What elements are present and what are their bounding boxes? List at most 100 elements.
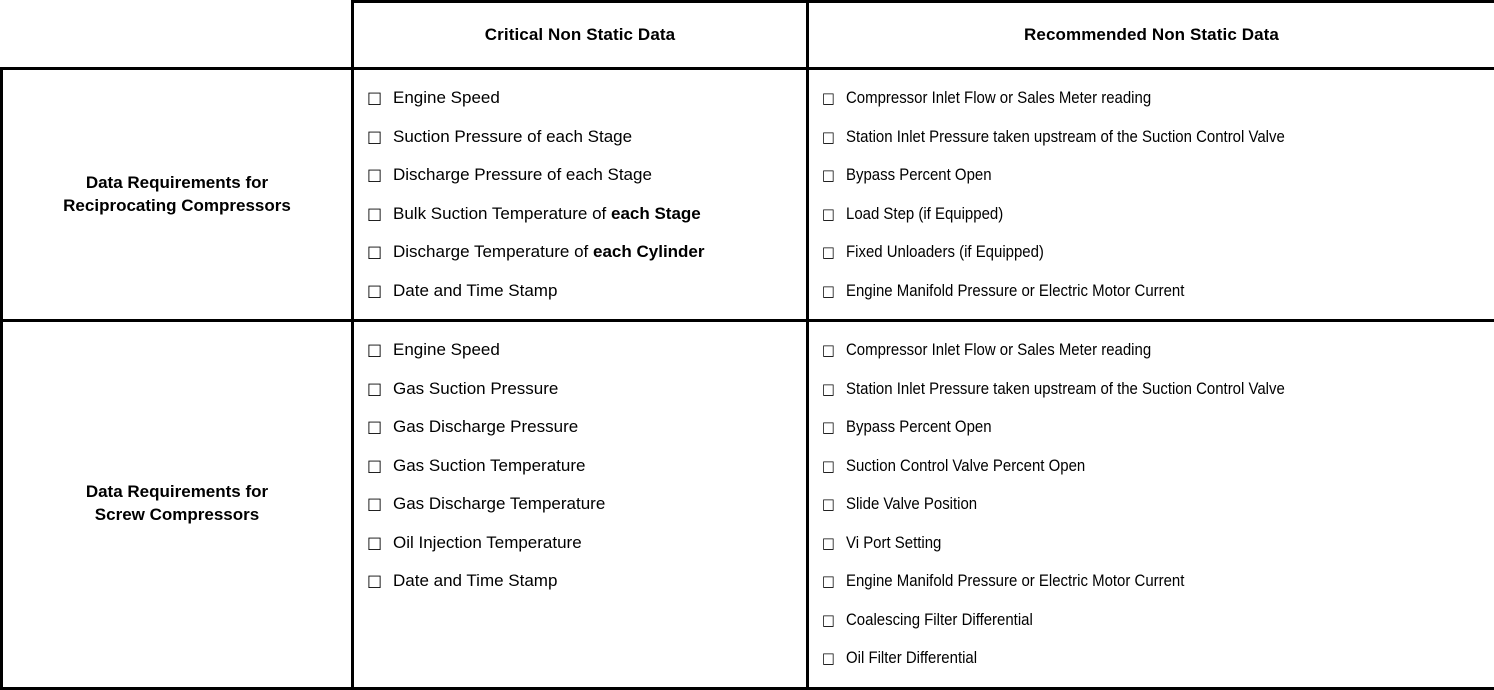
checklist-item[interactable]: □Engine Speed [354, 331, 806, 370]
checklist-item-label: Suction Pressure of each Stage [393, 118, 632, 157]
checkbox-icon[interactable]: □ [822, 382, 846, 397]
checkbox-icon[interactable]: □ [822, 613, 846, 628]
checklist-item[interactable]: □Fixed Unloaders (if Equipped) [809, 233, 1494, 272]
checklist-item[interactable]: □Bypass Percent Open [809, 156, 1494, 195]
checklist-item-label: Bulk Suction Temperature of each Stage [393, 195, 701, 234]
checklist-item-label: Engine Speed [393, 331, 500, 370]
checklist-item[interactable]: □Gas Discharge Temperature [354, 485, 806, 524]
checklist-item[interactable]: □Discharge Temperature of each Cylinder [354, 233, 806, 272]
checklist-item[interactable]: □Compressor Inlet Flow or Sales Meter re… [809, 331, 1494, 370]
table-header: Critical Non Static Data Recommended Non… [2, 2, 1494, 69]
checklist-item[interactable]: □Suction Pressure of each Stage [354, 118, 806, 157]
checklist-item[interactable]: □Load Step (if Equipped) [809, 195, 1494, 234]
checklist-item[interactable]: □Vi Port Setting [809, 524, 1494, 563]
checkbox-icon[interactable]: □ [822, 284, 846, 299]
compressor-data-requirements-table: Critical Non Static Data Recommended Non… [0, 0, 1494, 690]
checkbox-icon[interactable]: □ [822, 497, 846, 512]
checkbox-icon[interactable]: □ [822, 420, 846, 435]
checklist-item-label: Date and Time Stamp [393, 272, 557, 311]
checklist-item[interactable]: □Engine Manifold Pressure or Electric Mo… [809, 272, 1494, 311]
checklist-item[interactable]: □Suction Control Valve Percent Open [809, 447, 1494, 486]
checklist-item[interactable]: □Gas Discharge Pressure [354, 408, 806, 447]
row-label-line-2: Screw Compressors [17, 504, 337, 527]
checkbox-icon[interactable]: □ [822, 651, 846, 666]
checklist-item-emphasis: each Stage [611, 204, 701, 223]
checklist-item[interactable]: □Gas Suction Pressure [354, 370, 806, 409]
cell-recommended-screw: □Compressor Inlet Flow or Sales Meter re… [808, 321, 1494, 689]
checklist-item-label: Suction Control Valve Percent Open [846, 447, 1085, 486]
row-label-reciprocating: Data Requirements for Reciprocating Comp… [2, 69, 353, 321]
checkbox-icon[interactable]: □ [822, 168, 846, 183]
checklist-item-label: Gas Suction Temperature [393, 447, 585, 486]
checklist-item[interactable]: □Station Inlet Pressure taken upstream o… [809, 370, 1494, 409]
checkbox-icon[interactable]: □ [822, 536, 846, 551]
checklist-item-label: Compressor Inlet Flow or Sales Meter rea… [846, 79, 1151, 118]
checkbox-icon[interactable]: □ [367, 419, 393, 435]
checklist-item-label: Station Inlet Pressure taken upstream of… [846, 118, 1285, 157]
checklist-item-label: Compressor Inlet Flow or Sales Meter rea… [846, 331, 1151, 370]
checklist-item[interactable]: □Date and Time Stamp [354, 272, 806, 311]
checklist-item[interactable]: □Engine Speed [354, 79, 806, 118]
checkbox-icon[interactable]: □ [367, 283, 393, 299]
checklist-item-label: Oil Filter Differential [846, 639, 977, 678]
checklist-item-label: Engine Manifold Pressure or Electric Mot… [846, 272, 1184, 311]
row-label-line-1: Data Requirements for [17, 481, 337, 504]
checklist-item-label: Gas Discharge Temperature [393, 485, 605, 524]
checklist-item[interactable]: □Coalescing Filter Differential [809, 601, 1494, 640]
checkbox-icon[interactable]: □ [367, 129, 393, 145]
checklist-item[interactable]: □Engine Manifold Pressure or Electric Mo… [809, 562, 1494, 601]
checkbox-icon[interactable]: □ [822, 130, 846, 145]
checkbox-icon[interactable]: □ [367, 90, 393, 106]
checklist-item-label: Oil Injection Temperature [393, 524, 582, 563]
checklist-item[interactable]: □Bulk Suction Temperature of each Stage [354, 195, 806, 234]
checklist-item[interactable]: □Bypass Percent Open [809, 408, 1494, 447]
checklist-item[interactable]: □Gas Suction Temperature [354, 447, 806, 486]
checklist-item-label: Bypass Percent Open [846, 156, 992, 195]
header-row: Critical Non Static Data Recommended Non… [2, 2, 1494, 69]
checklist-item-emphasis: each Cylinder [593, 242, 705, 261]
checkbox-icon[interactable]: □ [367, 244, 393, 260]
checklist-item-label: Engine Speed [393, 79, 500, 118]
table-row-screw: Data Requirements for Screw Compressors … [2, 321, 1494, 689]
checkbox-icon[interactable]: □ [367, 381, 393, 397]
checklist-item-label: Vi Port Setting [846, 524, 941, 563]
checkbox-icon[interactable]: □ [822, 91, 846, 106]
checkbox-icon[interactable]: □ [822, 459, 846, 474]
checkbox-icon[interactable]: □ [367, 342, 393, 358]
cell-critical-reciprocating: □Engine Speed□Suction Pressure of each S… [353, 69, 808, 321]
header-cell-critical: Critical Non Static Data [353, 2, 808, 69]
checkbox-icon[interactable]: □ [822, 207, 846, 222]
checklist-item[interactable]: □Discharge Pressure of each Stage [354, 156, 806, 195]
row-label-screw: Data Requirements for Screw Compressors [2, 321, 353, 689]
checkbox-icon[interactable]: □ [367, 535, 393, 551]
checklist-item-label: Coalescing Filter Differential [846, 601, 1033, 640]
checklist-recommended-screw: □Compressor Inlet Flow or Sales Meter re… [809, 331, 1494, 678]
checkbox-icon[interactable]: □ [367, 458, 393, 474]
checkbox-icon[interactable]: □ [822, 343, 846, 358]
checkbox-icon[interactable]: □ [367, 573, 393, 589]
checkbox-icon[interactable]: □ [822, 574, 846, 589]
checkbox-icon[interactable]: □ [367, 167, 393, 183]
checklist-recommended-reciprocating: □Compressor Inlet Flow or Sales Meter re… [809, 79, 1494, 310]
checklist-critical-screw: □Engine Speed□Gas Suction Pressure□Gas D… [354, 331, 806, 601]
table-row-reciprocating: Data Requirements for Reciprocating Comp… [2, 69, 1494, 321]
row-label-line-2: Reciprocating Compressors [17, 195, 337, 218]
document-body: Critical Non Static Data Recommended Non… [0, 0, 1494, 635]
checklist-item[interactable]: □Slide Valve Position [809, 485, 1494, 524]
checkbox-icon[interactable]: □ [822, 245, 846, 260]
cell-critical-screw: □Engine Speed□Gas Suction Pressure□Gas D… [353, 321, 808, 689]
checklist-item[interactable]: □Compressor Inlet Flow or Sales Meter re… [809, 79, 1494, 118]
checklist-item-label: Slide Valve Position [846, 485, 977, 524]
checkbox-icon[interactable]: □ [367, 206, 393, 222]
cell-recommended-reciprocating: □Compressor Inlet Flow or Sales Meter re… [808, 69, 1494, 321]
checklist-item-label: Discharge Temperature of each Cylinder [393, 233, 705, 272]
checklist-item[interactable]: □Oil Filter Differential [809, 639, 1494, 678]
checklist-item[interactable]: □Oil Injection Temperature [354, 524, 806, 563]
checkbox-icon[interactable]: □ [367, 496, 393, 512]
checklist-item-label: Date and Time Stamp [393, 562, 557, 601]
checklist-item[interactable]: □Date and Time Stamp [354, 562, 806, 601]
checklist-item-label: Load Step (if Equipped) [846, 195, 1003, 234]
row-label-line-1: Data Requirements for [17, 172, 337, 195]
checklist-item-label: Station Inlet Pressure taken upstream of… [846, 370, 1285, 409]
checklist-item[interactable]: □Station Inlet Pressure taken upstream o… [809, 118, 1494, 157]
